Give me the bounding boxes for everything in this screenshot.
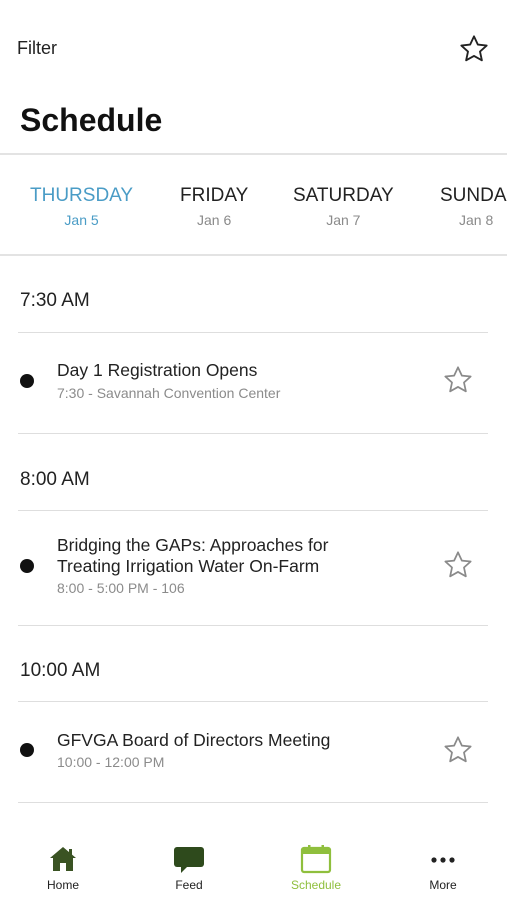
session-title-line1: Bridging the GAPs: Approaches for	[57, 535, 329, 555]
tab-feed[interactable]: Feed	[126, 830, 252, 900]
star-outline-icon[interactable]	[458, 33, 490, 65]
tab-label: Schedule	[290, 878, 342, 892]
time-header: 7:30 AM	[20, 290, 90, 311]
bottom-tab-bar: Home Feed Schedule More	[0, 830, 507, 900]
home-icon	[47, 844, 79, 874]
tab-more[interactable]: More	[380, 830, 506, 900]
star-outline-icon[interactable]	[442, 549, 474, 581]
time-header: 8:00 AM	[20, 469, 90, 490]
star-outline-icon[interactable]	[442, 364, 474, 396]
session-item[interactable]: Bridging the GAPs: Approaches for Treati…	[0, 511, 507, 625]
top-bar: Filter	[0, 0, 507, 98]
chat-bubble-icon	[173, 844, 205, 874]
bullet-dot	[20, 559, 34, 573]
day-name: THURSDAY	[30, 185, 134, 206]
tab-label: Feed	[175, 878, 203, 892]
day-tab-friday[interactable]: FRIDAY Jan 6	[180, 185, 248, 228]
tab-schedule[interactable]: Schedule	[253, 830, 379, 900]
day-name: SUNDA	[440, 185, 507, 206]
day-tab-thursday[interactable]: THURSDAY Jan 5	[30, 185, 133, 228]
session-subtitle: 7:30 - Savannah Convention Center	[57, 385, 281, 401]
star-outline-icon[interactable]	[442, 734, 474, 766]
divider	[18, 802, 488, 803]
day-date: Jan 7	[326, 212, 361, 228]
day-tab-saturday[interactable]: SATURDAY Jan 7	[293, 185, 394, 228]
tab-home[interactable]: Home	[0, 830, 126, 900]
session-item[interactable]: Day 1 Registration Opens 7:30 - Savannah…	[0, 333, 507, 433]
schedule-list: 7:30 AM Day 1 Registration Opens 7:30 - …	[0, 256, 507, 816]
day-date: Jan 5	[64, 212, 99, 228]
divider	[18, 433, 488, 434]
day-date: Jan 8	[459, 212, 494, 228]
bullet-dot	[20, 374, 34, 388]
session-title: Day 1 Registration Opens	[57, 360, 258, 380]
tab-label: Home	[46, 878, 79, 892]
time-header: 10:00 AM	[20, 660, 101, 681]
session-subtitle: 10:00 - 12:00 PM	[57, 754, 165, 770]
day-date: Jan 6	[197, 212, 232, 228]
tab-label: More	[429, 878, 457, 892]
calendar-icon	[300, 844, 332, 874]
session-subtitle: 8:00 - 5:00 PM - 106	[57, 580, 185, 596]
day-tab-sunday[interactable]: SUNDA Jan 8	[440, 185, 507, 228]
session-item[interactable]: GFVGA Board of Directors Meeting 10:00 -…	[0, 702, 507, 802]
day-name: FRIDAY	[180, 185, 249, 206]
session-title: GFVGA Board of Directors Meeting	[57, 730, 331, 750]
session-title-line2: Treating Irrigation Water On-Farm	[57, 556, 320, 576]
more-dots-icon	[427, 844, 459, 874]
divider	[18, 625, 488, 626]
page-title: Schedule	[20, 102, 163, 138]
day-name: SATURDAY	[293, 185, 394, 206]
day-selector: THURSDAY Jan 5 FRIDAY Jan 6 SATURDAY Jan…	[0, 155, 507, 255]
bullet-dot	[20, 743, 34, 757]
filter-button[interactable]: Filter	[17, 38, 57, 59]
